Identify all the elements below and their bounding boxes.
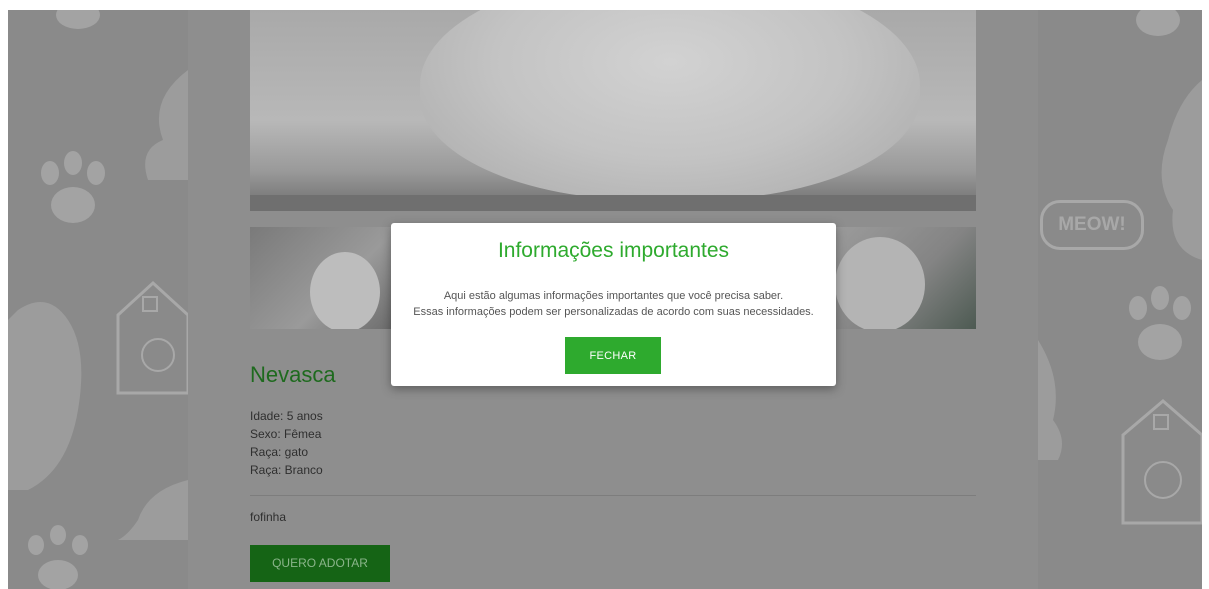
meow-speech-bubble: MEOW! [1040,200,1144,250]
pet-main-photo [250,10,976,211]
cat-silhouette-icon [118,480,188,540]
paw-icon [28,525,88,589]
cat-silhouette-icon [1038,340,1062,460]
paw-icon [1129,286,1191,360]
cat-face [310,252,380,329]
pet-species: Raça: gato [250,445,309,459]
cat-face [835,237,925,329]
dog-silhouette-icon [1161,80,1202,260]
adopt-button[interactable]: QUERO ADOTAR [250,545,390,582]
paw-icon [1136,10,1180,36]
modal-message: Aqui estão algumas informações important… [391,288,836,320]
modal-message-line: Aqui estão algumas informações important… [443,290,784,302]
pet-age: Idade: 5 anos [250,409,323,423]
house-cat-icon [1121,399,1202,525]
right-decor-panel: MEOW! [1038,10,1202,589]
paw-icon [41,151,105,223]
house-cat-icon [116,280,188,395]
pet-name: Nevasca [250,362,336,387]
pet-description: fofinha [250,510,287,524]
meow-text: MEOW! [1058,214,1126,235]
paw-icon [56,10,100,29]
thumbnail-photo[interactable] [250,227,395,329]
cat-silhouette-icon [145,70,188,180]
divider [250,495,976,496]
cat-figure [420,10,920,200]
close-modal-button[interactable]: FECHAR [565,337,661,374]
photo-shelf [250,195,976,211]
modal-title: Informações importantes [497,239,730,262]
dog-silhouette-icon [8,302,82,490]
left-decor-panel [8,10,188,589]
info-modal: Informações importantes Aqui estão algum… [391,223,836,386]
modal-message-line: Essas informações podem ser personalizad… [413,306,814,318]
pet-details: Idade: 5 anos Sexo: Fêmea Raça: gato Raç… [250,407,323,479]
pet-sex: Sexo: Fêmea [250,427,322,441]
thumbnail-photo[interactable] [830,227,976,329]
pet-color: Raça: Branco [250,463,323,477]
